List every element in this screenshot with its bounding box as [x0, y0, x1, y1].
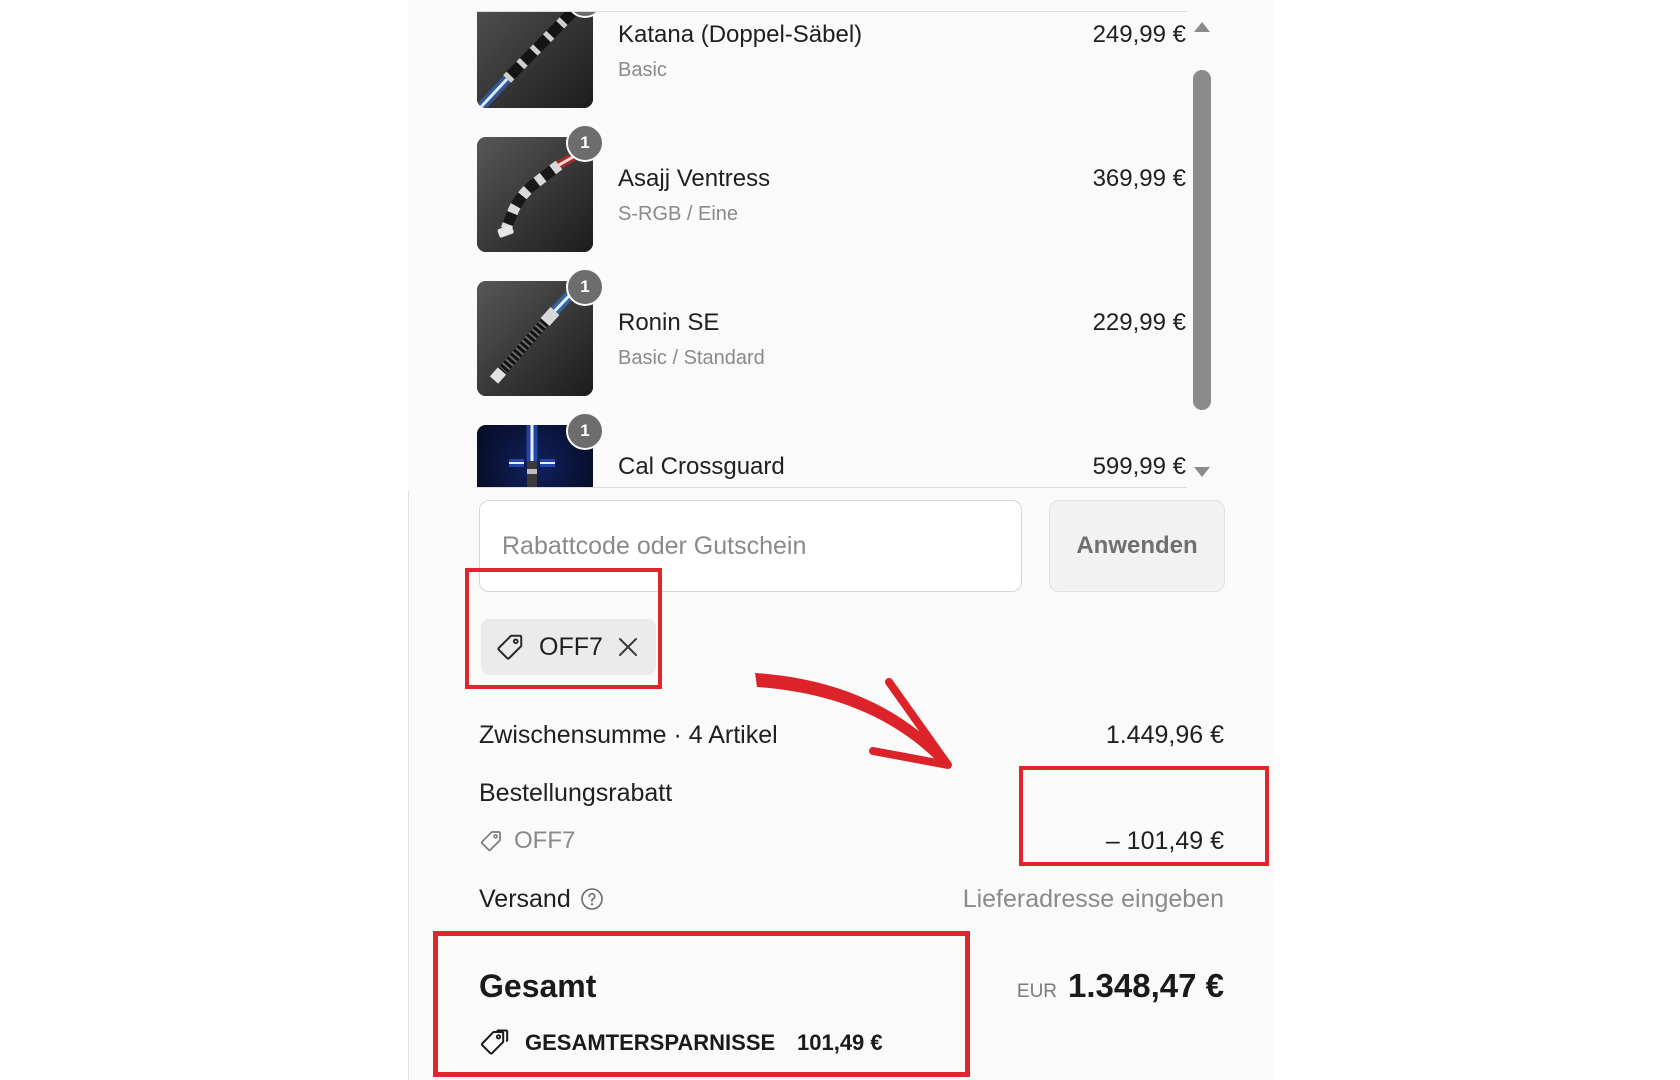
subtotal-label: Zwischensumme · 4 Artikel [479, 721, 778, 749]
item-title: Katana (Doppel-Säbel) [618, 21, 863, 48]
panel-divider [408, 490, 409, 1080]
cart-item-katana: Katana (Doppel-Säbel) Basic 249,99 € [477, 12, 1186, 108]
scrollbar-thumb[interactable] [1193, 70, 1211, 410]
tag-icon [479, 829, 503, 853]
triangle-up-icon[interactable] [1193, 21, 1211, 33]
total-row: Gesamt EUR 1.348,47 € [479, 966, 1224, 1006]
cart-item-ronin-se: 1 Ronin SE Basic / Standard 229,99 € [477, 268, 1186, 396]
total-value: 1.348,47 € [1068, 967, 1224, 1004]
lightsaber-hilt [527, 461, 537, 487]
item-title: Asajj Ventress [618, 165, 771, 192]
total-currency: EUR [1016, 981, 1058, 1002]
item-title: Cal Crossguard [618, 453, 785, 480]
total-label: Gesamt [479, 968, 597, 1004]
cart-item-list[interactable]: Katana (Doppel-Säbel) Basic 249,99 € 1 A… [477, 12, 1189, 487]
total-savings-value: 101,49 € [797, 1030, 883, 1055]
item-price: 599,99 € [1092, 453, 1186, 480]
applied-discount-chip: OFF7 [481, 619, 656, 675]
cart-item-cal-crossguard: 1 Cal Crossguard 599,99 € [477, 412, 1186, 487]
quantity-badge: 1 [566, 412, 604, 450]
item-price: 249,99 € [1092, 21, 1186, 48]
item-variant: Basic [618, 59, 667, 81]
order-discount-value: – 101,49 € [1105, 827, 1224, 855]
total-savings-label: GESAMTERSPARNISSE [525, 1030, 776, 1055]
shipping-label: Versand [479, 885, 571, 913]
product-image-katana [477, 12, 593, 108]
quantity-badge: 1 [566, 124, 604, 162]
item-price: 369,99 € [1092, 165, 1186, 192]
tag-icon [495, 632, 525, 662]
item-price: 229,99 € [1092, 309, 1186, 336]
shipping-row: Versand Lieferadresse eingeben [479, 884, 1224, 914]
total-amount: EUR 1.348,47 € [1017, 966, 1224, 1012]
quantity-badge: 1 [566, 268, 604, 306]
subtotal-row: Zwischensumme · 4 Artikel 1.449,96 € [479, 720, 1224, 750]
list-bottom-divider [477, 487, 1187, 488]
order-discount-code-row: OFF7 – 101,49 € [479, 826, 1224, 856]
applied-discount-code: OFF7 [539, 633, 603, 661]
discount-code-input[interactable] [479, 500, 1022, 592]
close-icon[interactable] [616, 635, 640, 659]
item-variant: S-RGB / Eine [618, 203, 739, 225]
double-tag-icon [479, 1027, 513, 1057]
item-title: Ronin SE [618, 309, 720, 336]
total-savings-row: GESAMTERSPARNISSE 101,49 € [479, 1027, 1224, 1059]
apply-discount-button[interactable]: Anwenden [1049, 500, 1225, 592]
help-circle-icon[interactable] [580, 887, 604, 911]
item-variant: Basic / Standard [618, 347, 765, 369]
order-discount-row: Bestellungsrabatt [479, 778, 1224, 808]
shipping-value: Lieferadresse eingeben [962, 885, 1224, 913]
order-discount-label: Bestellungsrabatt [479, 779, 673, 807]
order-discount-code: OFF7 [514, 827, 576, 854]
triangle-down-icon[interactable] [1193, 466, 1211, 478]
checkout-page: Katana (Doppel-Säbel) Basic 249,99 € 1 A… [0, 0, 1680, 1080]
subtotal-value: 1.449,96 € [1105, 721, 1224, 749]
cart-item-asajj-ventress: 1 Asajj Ventress S-RGB / Eine 369,99 € [477, 124, 1186, 252]
